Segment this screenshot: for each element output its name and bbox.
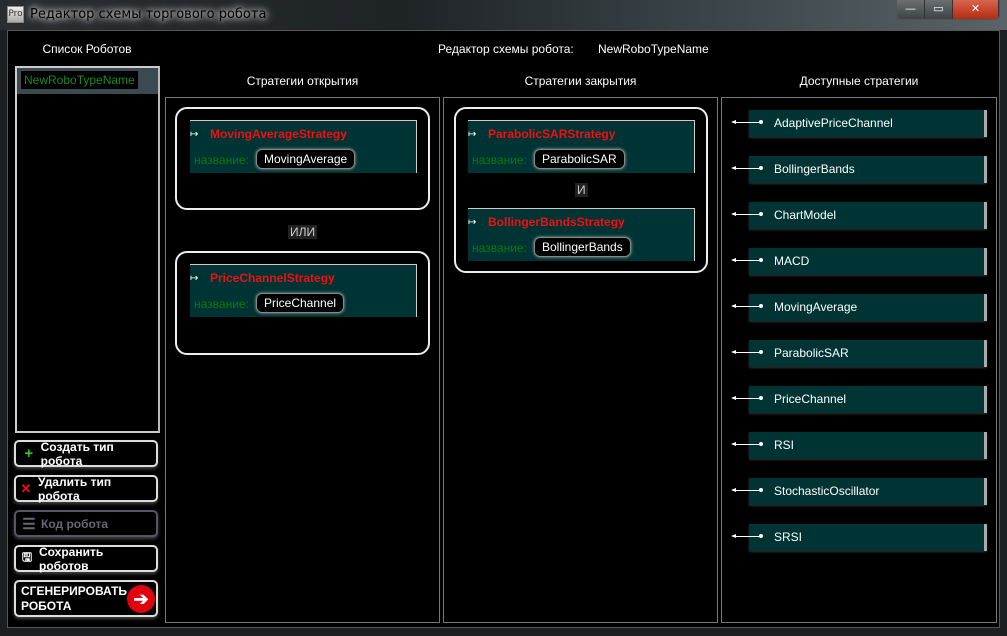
available-strategies-panel[interactable]: AdaptivePriceChannel BollingerBands ChartM… [721,97,997,623]
available-strategy-item[interactable]: RSI [731,432,987,459]
available-strategy-item[interactable]: StochasticOscillator [731,478,987,505]
connector-arrow-icon [731,258,763,262]
strategy-group: ↦ MovingAverageStrategy название: Moving… [175,107,430,210]
strategy-name-field[interactable]: PriceChannel [256,293,345,313]
plus-icon: + [24,445,34,462]
strategy-group: ↦ ParabolicSARStrategy название: Parabol… [454,107,708,273]
input-arrow-icon: ↦ [190,273,199,284]
create-robot-type-button[interactable]: + Создать тип робота [14,440,158,468]
available-strategy-item[interactable]: SRSI [731,524,987,551]
robot-code-button[interactable]: ☰ Код робота [14,510,158,537]
available-strategy-item[interactable]: PriceChannel [731,386,987,413]
floppy-disk-icon: 🖫 [21,550,33,564]
save-robots-button[interactable]: 🖫 Сохранить роботов [14,545,158,573]
strategy-card[interactable]: ↦ MovingAverageStrategy название: Moving… [190,120,417,173]
connector-arrow-icon [731,442,763,446]
window-title: Редактор схемы торгового робота [30,7,267,22]
strategy-name-field[interactable]: ParabolicSAR [534,149,625,169]
strategy-name-field[interactable]: MovingAverage [256,149,356,169]
code-lines-icon: ☰ [22,515,36,533]
delete-robot-type-button[interactable]: ✕ Удалить тип робота [14,475,158,503]
client-area: Список Роботов NewRoboTypeName + Создать … [7,30,1000,628]
strategy-name-field[interactable]: BollingerBands [534,237,631,257]
strategy-card[interactable]: ↦ ParabolicSARStrategy название: Parabol… [468,120,695,173]
generate-robot-button[interactable]: СГЕНЕРИРОВАТЬ РОБОТА ➔ [14,580,158,617]
available-strategy-item[interactable]: ChartModel [731,202,987,229]
connector-arrow-icon [731,350,763,354]
connector-arrow-icon [731,120,763,124]
connector-arrow-icon [731,304,763,308]
strategy-card[interactable]: ↦ BollingerBandsStrategy название: Bolli… [468,208,695,261]
input-arrow-icon: ↦ [468,129,477,140]
close-strategies-title: Стратегии закрытия [524,74,637,88]
strategy-group: ↦ PriceChannelStrategy название: PriceCh… [175,251,430,355]
connector-arrow-icon [731,212,763,216]
connector-arrow-icon [731,534,763,538]
title-bar: Pro Редактор схемы торгового робота — ▭ … [0,0,1007,30]
app-icon: Pro [7,6,24,23]
robot-list[interactable]: NewRoboTypeName [15,66,160,433]
available-strategies-title: Доступные стратегии [799,74,919,88]
open-strategies-title: Стратегии открытия [246,74,359,88]
and-conjunction: И [575,183,588,197]
maximize-button[interactable]: ▭ [925,0,953,19]
input-arrow-icon: ↦ [190,129,199,140]
editor-robot-name: NewRoboTypeName [598,42,709,56]
available-strategy-item[interactable]: ParabolicSAR [731,340,987,367]
minimize-button[interactable]: — [897,0,925,19]
robot-list-title: Список Роботов [42,42,132,56]
editor-label: Редактор схемы робота: [438,42,574,56]
open-strategies-panel[interactable]: ↦ MovingAverageStrategy название: Moving… [165,97,440,623]
connector-arrow-icon [731,166,763,170]
arrow-right-icon: ➔ [127,584,155,613]
connector-arrow-icon [731,396,763,400]
available-strategy-item[interactable]: BollingerBands [731,156,987,183]
connector-arrow-icon [731,488,763,492]
available-strategy-item[interactable]: MACD [731,248,987,275]
input-arrow-icon: ↦ [468,217,477,228]
robot-list-item[interactable]: NewRoboTypeName [17,68,158,94]
strategy-card[interactable]: ↦ PriceChannelStrategy название: PriceCh… [190,264,417,317]
close-button[interactable]: ✕ [953,0,999,19]
available-strategy-item[interactable]: MovingAverage [731,294,987,321]
or-conjunction: ИЛИ [288,225,318,239]
close-strategies-panel[interactable]: ↦ ParabolicSARStrategy название: Parabol… [443,97,718,623]
delete-x-icon: ✕ [20,480,32,496]
available-strategy-item[interactable]: AdaptivePriceChannel [731,110,987,137]
